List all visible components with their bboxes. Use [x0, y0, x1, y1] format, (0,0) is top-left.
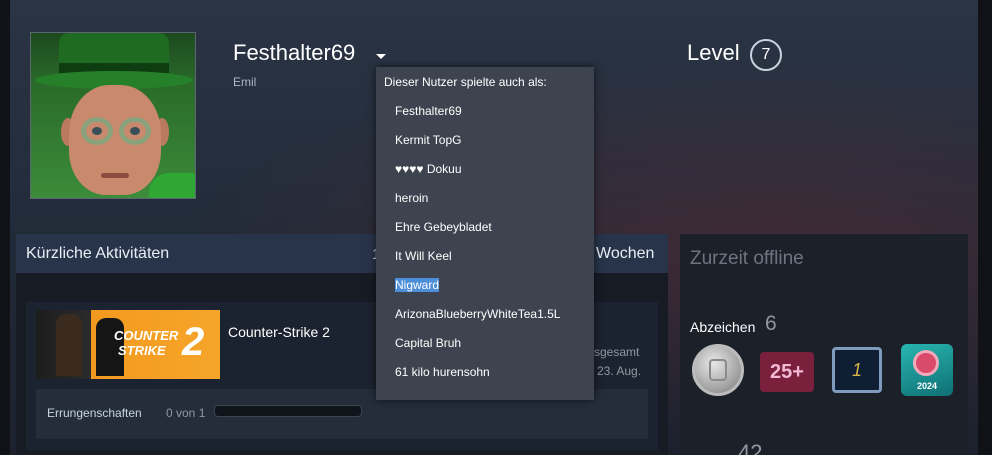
alias-dropdown-heading: Dieser Nutzer spielte auch als:	[384, 75, 547, 89]
game-cover-image[interactable]: COUNTER STRIKE 2	[36, 310, 220, 379]
achievements-progress-bar	[214, 405, 362, 417]
steam-logo-shape	[913, 350, 939, 376]
online-status: Zurzeit offline	[690, 248, 804, 269]
cover-logo-number: 2	[182, 320, 205, 364]
alias-item[interactable]: ArizonaBlueberryWhiteTea1.5L	[395, 307, 560, 321]
level-label: Level	[687, 40, 740, 65]
alias-item-selected[interactable]: Nigward	[395, 278, 440, 292]
silver-coin-badge-icon[interactable]	[692, 344, 744, 396]
activity-period-partial: Wochen	[596, 245, 655, 262]
badge-year-label: 2024	[916, 381, 938, 391]
alias-history-dropdown: Dieser Nutzer spielte auch als: Festhalt…	[376, 67, 594, 400]
shirt-shape	[149, 173, 195, 198]
alias-item-label: It Will Keel	[395, 249, 452, 263]
activity-title: Kürzliche Aktivitäten	[26, 245, 170, 262]
alias-item-label: 61 kilo hurensohn	[395, 365, 490, 379]
cover-figure	[56, 314, 82, 376]
games-count-partial[interactable]: 42	[738, 440, 762, 455]
coin-emblem-shape	[709, 359, 727, 381]
alias-item[interactable]: Capital Bruh	[395, 336, 461, 350]
steam-replay-2024-badge-icon[interactable]: 2024	[901, 344, 953, 396]
alias-item-label: ♥♥♥♥ Dokuu	[395, 162, 462, 176]
game-last-played: 23. Aug.	[597, 364, 642, 378]
alias-item[interactable]: heroin	[395, 191, 428, 205]
alias-item-label: ArizonaBlueberryWhiteTea1.5L	[395, 307, 561, 321]
alias-item-label: Ehre Gebeybladet	[395, 220, 492, 234]
alias-item-label: Capital Bruh	[395, 336, 462, 350]
alias-item-label: Kermit TopG	[395, 133, 462, 147]
alias-item[interactable]: 61 kilo hurensohn	[395, 365, 490, 379]
alias-item-label: Festhalter69	[395, 104, 462, 118]
cover-logo-line: COUNTER	[114, 328, 179, 343]
alias-item[interactable]: Kermit TopG	[395, 133, 461, 147]
achievements-count: 0 von 1	[166, 406, 206, 420]
cover-logo-line: STRIKE	[118, 343, 166, 358]
badges-label[interactable]: Abzeichen	[690, 319, 755, 335]
alias-item-label: heroin	[395, 191, 429, 205]
steam-award-badge-icon[interactable]: 1	[832, 347, 882, 393]
alias-item[interactable]: Festhalter69	[395, 104, 462, 118]
game-total-playtime: sgesamt	[594, 345, 640, 359]
mouth-shape	[101, 173, 129, 178]
profile-username[interactable]: Festhalter69	[233, 40, 355, 66]
alias-item[interactable]: Ehre Gebeybladet	[395, 220, 492, 234]
glasses-shape	[119, 117, 151, 145]
page-gutter-right	[978, 0, 992, 455]
achievements-label[interactable]: Errungenschaften	[47, 406, 142, 420]
alias-item-label: Nigward	[395, 278, 440, 292]
alias-item[interactable]: It Will Keel	[395, 249, 452, 263]
badges-count[interactable]: 6	[765, 312, 777, 336]
level-badge[interactable]: 7	[750, 39, 782, 71]
glasses-shape	[81, 117, 113, 145]
alias-item[interactable]: ♥♥♥♥ Dokuu	[395, 162, 462, 176]
caret-down-icon[interactable]	[376, 54, 386, 59]
page-gutter-left	[0, 0, 10, 455]
profile-real-name: Emil	[233, 75, 257, 89]
game-title-link[interactable]: Counter-Strike 2	[228, 324, 330, 340]
years-of-service-badge-icon[interactable]: 25+	[760, 352, 814, 392]
avatar[interactable]	[30, 32, 196, 199]
